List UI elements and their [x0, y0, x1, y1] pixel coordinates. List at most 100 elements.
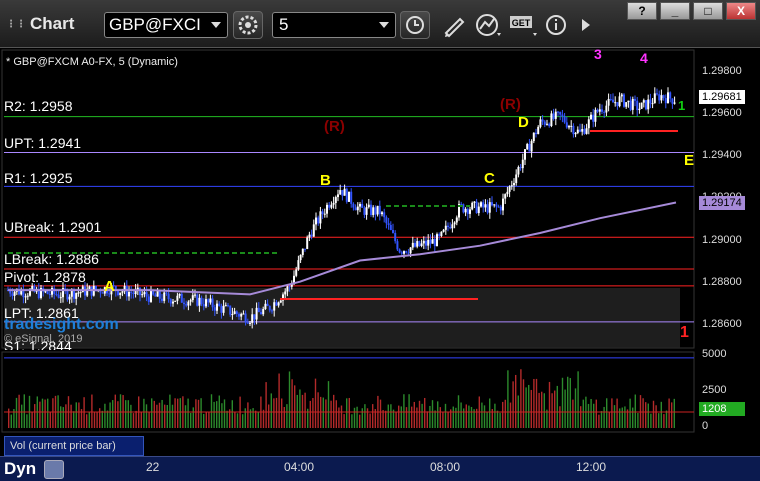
price-bar	[658, 94, 661, 101]
volume-bar	[283, 406, 285, 428]
price-bar	[471, 202, 474, 210]
drag-grip-icon[interactable]: ⋮⋮	[6, 19, 26, 30]
price-bar	[156, 291, 159, 297]
price-bar	[242, 313, 245, 315]
price-bar	[451, 224, 454, 229]
price-bar	[299, 254, 302, 261]
price-bar	[312, 224, 315, 237]
price-bar	[565, 122, 568, 128]
chevron-down-icon[interactable]	[379, 22, 389, 28]
volume-bar	[343, 414, 345, 428]
volume-bar	[83, 397, 85, 428]
volume-bar	[455, 407, 457, 428]
volume-bar	[582, 399, 584, 428]
volume-bar	[348, 397, 350, 428]
next-button[interactable]	[576, 11, 596, 39]
volume-bar	[559, 406, 561, 428]
price-bar	[385, 217, 388, 224]
volume-bar	[600, 411, 603, 428]
dynamic-mode-label[interactable]: Dyn	[4, 459, 36, 479]
maximize-button[interactable]: □	[693, 2, 723, 20]
volume-bar	[104, 403, 106, 428]
price-bar	[196, 294, 199, 306]
volume-bar	[400, 406, 402, 428]
studies-button[interactable]	[474, 11, 504, 39]
symbol-selector[interactable]: GBP@FXCI	[104, 12, 228, 38]
volume-bar	[96, 412, 98, 428]
volume-bar	[470, 406, 473, 428]
price-bar	[517, 167, 520, 175]
volume-bar	[93, 412, 96, 428]
get-button[interactable]: GET	[508, 11, 540, 39]
price-bar	[374, 207, 377, 215]
price-bar	[521, 159, 524, 169]
volume-bar	[65, 404, 67, 428]
volume-study-label[interactable]: Vol (current price bar)	[4, 436, 144, 456]
price-bar	[585, 128, 588, 134]
volume-value-tag: 1208	[699, 402, 745, 416]
price-bar	[286, 286, 289, 292]
volume-bar	[671, 402, 673, 428]
price-bar	[224, 305, 227, 307]
annotation-c: C	[484, 170, 495, 187]
time-button[interactable]	[400, 11, 430, 39]
volume-bar	[281, 398, 283, 428]
volume-bar	[99, 408, 101, 428]
volume-bar	[525, 387, 527, 428]
price-bar	[356, 206, 359, 211]
chart-area[interactable]: * GBP@FXCM A0-FX, 5 (Dynamic) R2: 1.2958…	[0, 46, 760, 456]
price-bar	[664, 98, 667, 104]
price-bar	[130, 292, 133, 294]
info-button[interactable]	[544, 11, 572, 39]
price-bar	[191, 295, 194, 301]
price-bar	[464, 208, 467, 213]
volume-bar	[143, 398, 145, 428]
price-bar	[572, 125, 575, 135]
price-bar	[473, 201, 476, 203]
price-bar	[158, 291, 161, 299]
price-bar	[273, 302, 276, 311]
price-bar	[627, 100, 630, 103]
volume-bar	[91, 394, 93, 428]
price-bar	[394, 232, 397, 242]
price-bar	[189, 300, 192, 302]
volume-bar	[52, 398, 54, 428]
price-bar	[506, 191, 509, 195]
chevron-down-icon[interactable]	[211, 22, 221, 28]
volume-bar	[34, 404, 36, 428]
volume-bar	[208, 412, 210, 428]
settings-button[interactable]	[233, 11, 263, 39]
volume-bar	[512, 381, 514, 428]
price-bar	[361, 203, 364, 208]
chart-toolbar: ⋮⋮ Chart GBP@FXCI 5 GET ? _ □ X	[0, 0, 760, 48]
draw-button[interactable]	[440, 11, 468, 39]
volume-bar	[333, 394, 335, 428]
price-bar	[447, 225, 449, 227]
price-chart[interactable]	[0, 48, 760, 456]
price-bar	[321, 211, 324, 215]
volume-bar	[288, 371, 291, 428]
help-button[interactable]: ?	[627, 2, 657, 20]
link-icon[interactable]	[44, 460, 64, 479]
close-button[interactable]: X	[726, 2, 756, 20]
volume-bar	[234, 412, 236, 428]
volume-bar	[528, 384, 530, 428]
volume-bar	[611, 398, 613, 428]
price-bar	[367, 204, 370, 208]
price-bar	[354, 207, 357, 211]
minimize-button[interactable]: _	[660, 2, 690, 20]
volume-bar	[106, 410, 109, 428]
volume-bar	[530, 389, 532, 428]
price-bar	[513, 183, 515, 186]
price-bar	[132, 293, 135, 295]
volume-bar	[262, 409, 265, 428]
volume-bar	[153, 400, 155, 428]
volume-bar	[616, 398, 618, 428]
annotation-1-red: 1	[680, 324, 689, 341]
price-bar	[57, 294, 60, 298]
interval-selector[interactable]: 5	[272, 12, 396, 38]
volume-bar	[273, 398, 275, 428]
price-bar	[235, 311, 238, 314]
volume-bar	[309, 400, 311, 428]
volume-bar	[634, 394, 636, 428]
